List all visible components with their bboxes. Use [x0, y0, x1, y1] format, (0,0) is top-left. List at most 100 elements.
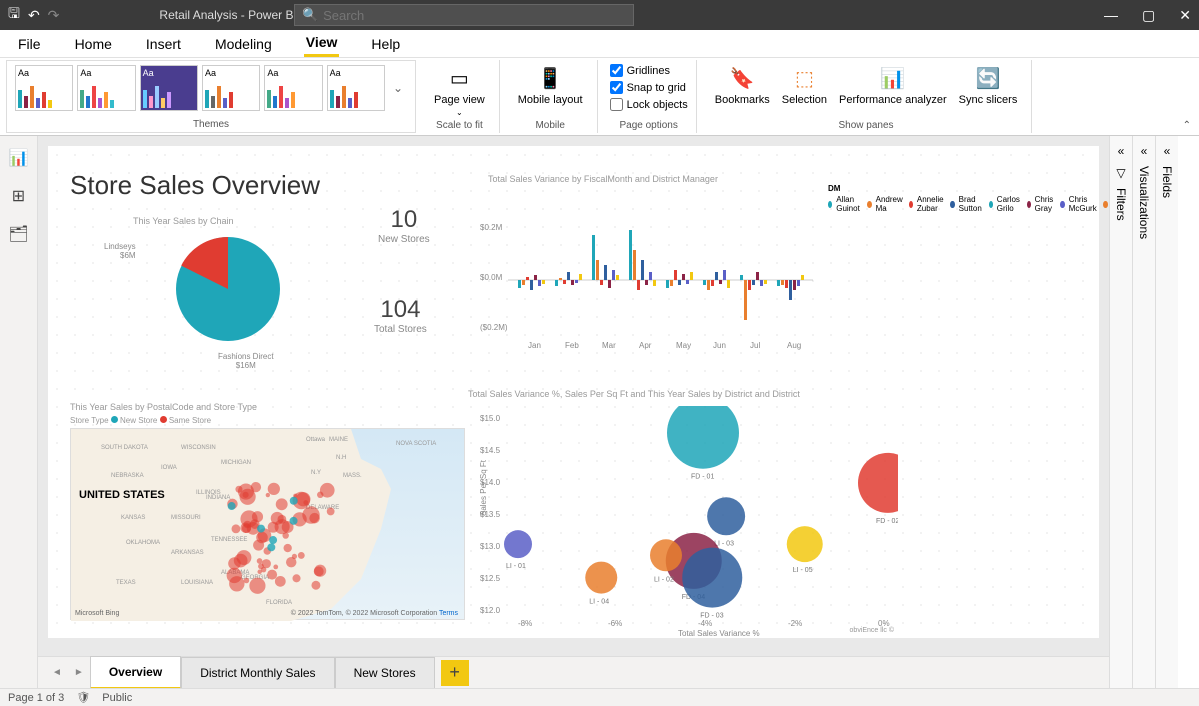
- svg-text:-2%: -2%: [788, 619, 802, 628]
- svg-text:NOVA SCOTIA: NOVA SCOTIA: [396, 441, 436, 447]
- visualizations-pane[interactable]: «Visualizations: [1132, 136, 1155, 688]
- sync-icon: 🔄: [974, 64, 1002, 92]
- group-themes-label: Themes: [15, 119, 407, 130]
- svg-text:ARKANSAS: ARKANSAS: [171, 550, 204, 556]
- svg-text:Apr: Apr: [639, 341, 652, 350]
- kpi-new-stores[interactable]: 10 New Stores: [378, 206, 430, 245]
- kpi-total-stores[interactable]: 104 Total Stores: [374, 296, 427, 335]
- svg-text:LI - 05: LI - 05: [793, 567, 813, 574]
- menu-insert[interactable]: Insert: [144, 32, 183, 56]
- search-box[interactable]: 🔍: [294, 4, 634, 26]
- report-view-icon[interactable]: 📊: [9, 148, 29, 168]
- svg-text:$13.0: $13.0: [480, 542, 501, 551]
- map-title: This Year Sales by PostalCode and Store …: [70, 402, 257, 412]
- scatter-chart[interactable]: $15.0$14.5$14.0$13.5$13.0$12.5$12.0-8%-6…: [478, 406, 898, 636]
- menu-modeling[interactable]: Modeling: [213, 32, 274, 56]
- svg-text:Mar: Mar: [602, 341, 616, 350]
- svg-text:TEXAS: TEXAS: [116, 580, 136, 586]
- mobile-icon: 📱: [536, 64, 564, 92]
- page-view-button[interactable]: ▭Page view⌄: [428, 64, 491, 117]
- prev-page-icon[interactable]: ◄: [46, 667, 68, 678]
- performance-button[interactable]: 📊Performance analyzer: [833, 64, 953, 106]
- filter-icon: ▽: [1114, 166, 1128, 180]
- svg-text:$15.0: $15.0: [480, 414, 501, 423]
- page-title: Store Sales Overview: [70, 170, 320, 201]
- tab-district[interactable]: District Monthly Sales: [181, 657, 334, 688]
- menu-file[interactable]: File: [16, 32, 43, 56]
- theme-3[interactable]: Aa: [140, 65, 198, 111]
- titlebar: 🖫 ↶ ↷ Retail Analysis - Power BI Desktop…: [0, 0, 1199, 30]
- fields-pane[interactable]: «Fields: [1155, 136, 1178, 688]
- maximize-icon[interactable]: ▢: [1142, 7, 1155, 24]
- ribbon: Aa Aa Aa Aa Aa Aa ⌄ Themes ▭Page view⌄ S…: [0, 58, 1199, 136]
- themes-gallery[interactable]: Aa Aa Aa Aa Aa Aa ⌄: [15, 65, 407, 111]
- svg-text:MISSOURI: MISSOURI: [171, 515, 201, 521]
- svg-text:KANSAS: KANSAS: [121, 515, 145, 521]
- undo-icon[interactable]: ↶: [28, 7, 40, 24]
- right-panes: «▽Filters «Visualizations «Fields: [1109, 136, 1199, 688]
- page-indicator: Page 1 of 3: [8, 692, 64, 704]
- svg-text:-6%: -6%: [608, 619, 622, 628]
- svg-text:Sales Per Sq Ft: Sales Per Sq Ft: [479, 459, 488, 516]
- redo-icon[interactable]: ↷: [48, 7, 60, 24]
- svg-text:WISCONSIN: WISCONSIN: [181, 445, 216, 451]
- svg-text:MASS.: MASS.: [343, 473, 362, 479]
- snap-checkbox[interactable]: Snap to grid: [610, 81, 688, 94]
- menu-help[interactable]: Help: [369, 32, 402, 56]
- svg-text:-4%: -4%: [698, 619, 712, 628]
- pie-chart[interactable]: Lindseys$6M Fashions Direct$16M: [148, 224, 308, 357]
- svg-text:MAINE: MAINE: [329, 437, 348, 443]
- themes-dropdown-icon[interactable]: ⌄: [389, 81, 407, 95]
- svg-text:$0.0M: $0.0M: [480, 273, 503, 282]
- bookmark-icon: 🔖: [728, 64, 756, 92]
- search-input[interactable]: [294, 4, 634, 26]
- svg-text:FD - 01: FD - 01: [691, 474, 714, 481]
- svg-text:Jul: Jul: [750, 341, 760, 350]
- variance-barchart[interactable]: $0.2M$0.0M($0.2M)JanFebMarAprMayJunJulAu…: [478, 210, 818, 350]
- theme-4[interactable]: Aa: [202, 65, 260, 111]
- svg-text:N.H: N.H: [336, 455, 346, 461]
- barchart-title: Total Sales Variance by FiscalMonth and …: [488, 174, 718, 184]
- svg-text:NEBRASKA: NEBRASKA: [111, 473, 144, 479]
- theme-1[interactable]: Aa: [15, 65, 73, 111]
- mobile-layout-button[interactable]: 📱Mobile layout: [512, 64, 589, 106]
- svg-text:Jun: Jun: [713, 341, 726, 350]
- close-icon[interactable]: ✕: [1179, 7, 1191, 24]
- tab-newstores[interactable]: New Stores: [335, 657, 435, 688]
- svg-text:Aug: Aug: [787, 341, 801, 350]
- sync-slicers-button[interactable]: 🔄Sync slicers: [953, 64, 1024, 106]
- map-visual[interactable]: SOUTH DAKOTAWISCONSINIOWANEBRASKAILLINOI…: [70, 428, 465, 620]
- add-page-button[interactable]: +: [441, 660, 469, 686]
- save-icon[interactable]: 🖫: [8, 3, 20, 27]
- theme-6[interactable]: Aa: [327, 65, 385, 111]
- next-page-icon[interactable]: ►: [68, 667, 90, 678]
- svg-text:Jan: Jan: [528, 341, 541, 350]
- lock-checkbox[interactable]: Lock objects: [610, 98, 688, 111]
- theme-5[interactable]: Aa: [264, 65, 322, 111]
- data-view-icon[interactable]: ⊞: [12, 186, 25, 206]
- search-icon: 🔍: [302, 7, 318, 23]
- page-tabs: ◄ ► Overview District Monthly Sales New …: [38, 656, 1109, 688]
- dm-legend: DM Allan GuinotAndrew MaAnnelie ZubarBra…: [828, 184, 1109, 217]
- tab-overview[interactable]: Overview: [90, 656, 181, 689]
- gridlines-checkbox[interactable]: Gridlines: [610, 64, 688, 77]
- svg-text:-8%: -8%: [518, 619, 532, 628]
- svg-text:FD - 02: FD - 02: [876, 518, 898, 525]
- filters-pane[interactable]: «▽Filters: [1109, 136, 1132, 688]
- collapse-ribbon-icon[interactable]: ⌃: [1183, 120, 1191, 131]
- minimize-icon[interactable]: —: [1104, 7, 1118, 24]
- sensitivity-icon[interactable]: 🛡: [76, 691, 90, 704]
- svg-text:N.Y: N.Y: [311, 470, 321, 476]
- menubar: File Home Insert Modeling View Help: [0, 30, 1199, 58]
- bookmarks-button[interactable]: 🔖Bookmarks: [709, 64, 776, 106]
- svg-text:Ottawa: Ottawa: [306, 437, 326, 443]
- report-canvas[interactable]: Store Sales Overview This Year Sales by …: [38, 136, 1109, 688]
- model-view-icon[interactable]: 🗂: [8, 224, 28, 244]
- selection-button[interactable]: ⬚Selection: [776, 64, 833, 106]
- menu-view[interactable]: View: [304, 30, 340, 57]
- theme-2[interactable]: Aa: [77, 65, 135, 111]
- menu-home[interactable]: Home: [73, 32, 114, 56]
- view-switcher: 📊 ⊞ 🗂: [0, 136, 38, 688]
- svg-text:FD - 03: FD - 03: [700, 613, 723, 620]
- svg-text:$14.5: $14.5: [480, 446, 501, 455]
